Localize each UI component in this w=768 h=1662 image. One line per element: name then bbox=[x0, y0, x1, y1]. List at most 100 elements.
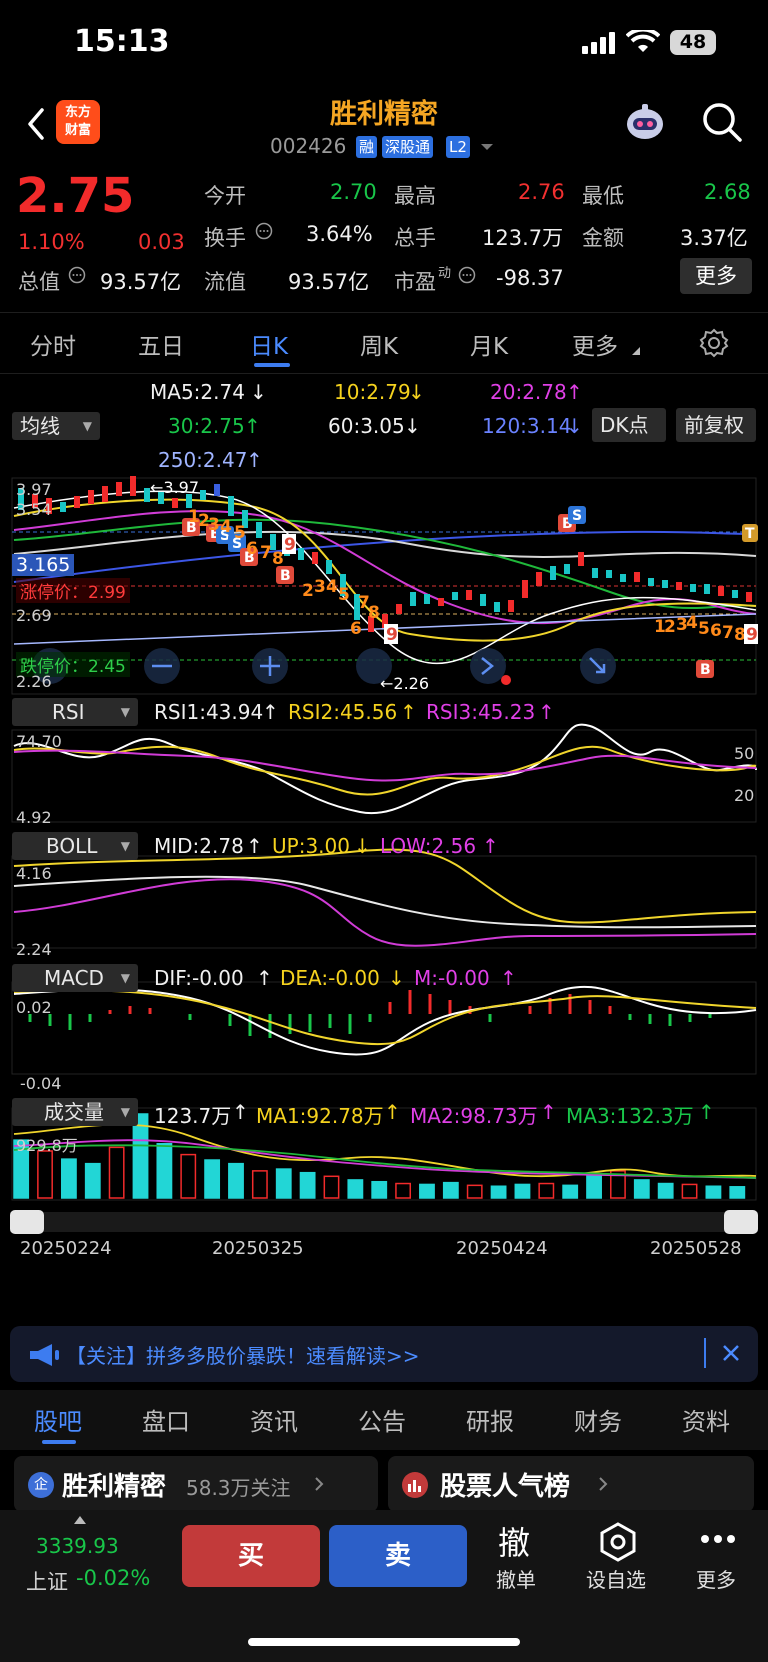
index-value[interactable]: 3339.93 bbox=[36, 1534, 119, 1558]
tab-research[interactable]: 研报 bbox=[466, 1402, 514, 1437]
svg-text:S: S bbox=[572, 508, 582, 524]
volume-bar bbox=[466, 1184, 483, 1199]
add-watchlist-label[interactable]: 设自选 bbox=[586, 1564, 646, 1593]
more-label[interactable]: 更多 bbox=[696, 1564, 736, 1593]
tag-l2: L2 bbox=[446, 136, 470, 158]
megaphone-icon bbox=[30, 1344, 59, 1366]
cancel-order-icon[interactable]: 撤 bbox=[498, 1518, 530, 1564]
svg-text:T: T bbox=[745, 526, 755, 542]
tab-orderbook[interactable]: 盘口 bbox=[142, 1402, 190, 1437]
ma10-value: 10:2.79 bbox=[334, 380, 411, 404]
sell-button[interactable]: 卖 bbox=[329, 1525, 467, 1587]
low-label: 最低 bbox=[582, 184, 624, 208]
kline-low-mark: ←2.26 bbox=[380, 674, 430, 693]
dropdown-icon[interactable] bbox=[480, 142, 494, 152]
svg-text:5: 5 bbox=[234, 523, 246, 543]
volume-bar bbox=[729, 1186, 746, 1199]
banner-divider bbox=[704, 1338, 706, 1368]
rsi-50-label: 50 bbox=[734, 744, 755, 763]
cancel-order-label[interactable]: 撤单 bbox=[496, 1564, 536, 1593]
date-label: 20250224 bbox=[20, 1238, 112, 1259]
tab-five-day[interactable]: 五日 bbox=[138, 327, 184, 361]
tab-monthly-k[interactable]: 月K bbox=[470, 327, 508, 361]
tab-profile[interactable]: 资料 bbox=[682, 1402, 730, 1437]
svg-text:7: 7 bbox=[722, 623, 734, 643]
volume-label: 总手 bbox=[394, 226, 436, 250]
info-icon[interactable] bbox=[255, 222, 273, 240]
pe-value: -98.37 bbox=[496, 266, 564, 290]
forward-adjust-button[interactable]: 前复权 bbox=[676, 408, 756, 442]
close-icon[interactable] bbox=[722, 1344, 740, 1362]
forum-follow-count: 58.3万关注 bbox=[186, 1476, 291, 1500]
svg-text:7: 7 bbox=[260, 543, 272, 563]
mktcap-label: 总值 bbox=[18, 270, 60, 294]
rsi-top-label: 74.70 bbox=[16, 732, 62, 751]
rsi-selector[interactable]: RSI ▼ bbox=[12, 698, 138, 726]
assistant-robot-icon[interactable] bbox=[622, 100, 668, 146]
boll-low-arrow: ↑ bbox=[482, 834, 499, 858]
ma120-arrow: ↓ bbox=[566, 414, 583, 438]
vol-ma1-value: MA1:92.78万 bbox=[256, 1104, 384, 1128]
tab-finance[interactable]: 财务 bbox=[574, 1402, 622, 1437]
chevron-right-icon bbox=[315, 1477, 324, 1491]
rsi-bottom-label: 4.92 bbox=[16, 808, 52, 827]
banner-text[interactable]: 【关注】拼多多股价暴跌！速看解读>> bbox=[66, 1340, 420, 1369]
info-icon[interactable] bbox=[68, 266, 86, 284]
tab-more[interactable]: 更多 bbox=[572, 327, 618, 361]
amount-value: 3.37亿 bbox=[680, 226, 748, 250]
ma30-arrow: ↑ bbox=[244, 414, 261, 438]
svg-text:4: 4 bbox=[220, 517, 232, 537]
volume-bar bbox=[705, 1185, 722, 1199]
volume-selector[interactable]: 成交量 ▼ bbox=[12, 1098, 138, 1126]
more-dots-icon[interactable] bbox=[700, 1534, 736, 1544]
date-label: 20250325 bbox=[212, 1238, 304, 1259]
tab-daily-k[interactable]: 日K bbox=[250, 327, 288, 361]
ranking-icon bbox=[402, 1472, 428, 1498]
settings-gear-icon[interactable] bbox=[698, 327, 730, 359]
volume-value: 123.7万 bbox=[154, 1104, 232, 1128]
tab-news[interactable]: 资讯 bbox=[250, 1402, 298, 1437]
ma120-value: 120:3.14 bbox=[482, 414, 572, 438]
boll-top-label: 4.16 bbox=[16, 864, 52, 883]
svg-text:9: 9 bbox=[284, 535, 296, 555]
svg-text:3: 3 bbox=[208, 515, 220, 535]
vol-ma3-value: MA3:132.3万 bbox=[566, 1104, 694, 1128]
ma250-value: 250:2.47 bbox=[158, 448, 248, 472]
ma250-arrow: ↑ bbox=[246, 448, 263, 472]
svg-text:5: 5 bbox=[338, 585, 350, 605]
ma10-arrow: ↓ bbox=[408, 380, 425, 404]
forum-stock-name: 胜利精密 bbox=[62, 1472, 167, 1502]
high-label: 最高 bbox=[394, 184, 436, 208]
info-icon[interactable] bbox=[458, 266, 476, 284]
sequence-numbers: 123 4 5 678 2345 786 12 34 5678 bbox=[188, 507, 746, 645]
ma-selector[interactable]: 均线 ▼ bbox=[12, 412, 100, 440]
macd-selector[interactable]: MACD ▼ bbox=[12, 964, 138, 992]
svg-text:9: 9 bbox=[746, 625, 758, 645]
svg-text:4: 4 bbox=[686, 613, 698, 633]
rsi1-value: RSI1:43.94 bbox=[154, 700, 264, 724]
boll-selector[interactable]: BOLL ▼ bbox=[12, 832, 138, 860]
more-quote-button[interactable]: 更多 bbox=[680, 258, 752, 294]
ma5-value: MA5:2.74 bbox=[150, 380, 245, 404]
active-tab-underline bbox=[254, 363, 290, 367]
add-watchlist-icon[interactable] bbox=[598, 1522, 638, 1562]
float-value: 93.57亿 bbox=[288, 270, 370, 294]
svg-text:2: 2 bbox=[664, 617, 676, 637]
forum-card[interactable]: 企 胜利精密 58.3万关注 bbox=[14, 1456, 378, 1512]
volume-bar bbox=[299, 1171, 316, 1199]
buy-button[interactable]: 买 bbox=[182, 1525, 320, 1587]
tab-weekly-k[interactable]: 周K bbox=[360, 327, 398, 361]
turnover-value: 3.64% bbox=[306, 222, 373, 246]
tab-forum[interactable]: 股吧 bbox=[34, 1402, 82, 1437]
svg-text:6: 6 bbox=[350, 619, 362, 639]
search-icon[interactable] bbox=[700, 100, 744, 144]
tab-intraday[interactable]: 分时 bbox=[30, 327, 76, 361]
rsi3-arrow: ↑ bbox=[538, 700, 555, 724]
popularity-card[interactable]: 股票人气榜 bbox=[388, 1456, 754, 1512]
dk-point-button[interactable]: DK点 bbox=[592, 408, 666, 442]
tab-announcements[interactable]: 公告 bbox=[358, 1402, 406, 1437]
news-banner[interactable]: 【关注】拼多多股价暴跌！速看解读>> bbox=[10, 1326, 758, 1382]
boll-up-line bbox=[13, 848, 757, 924]
boll-low-line bbox=[13, 878, 757, 947]
volume-bar bbox=[37, 1150, 53, 1199]
